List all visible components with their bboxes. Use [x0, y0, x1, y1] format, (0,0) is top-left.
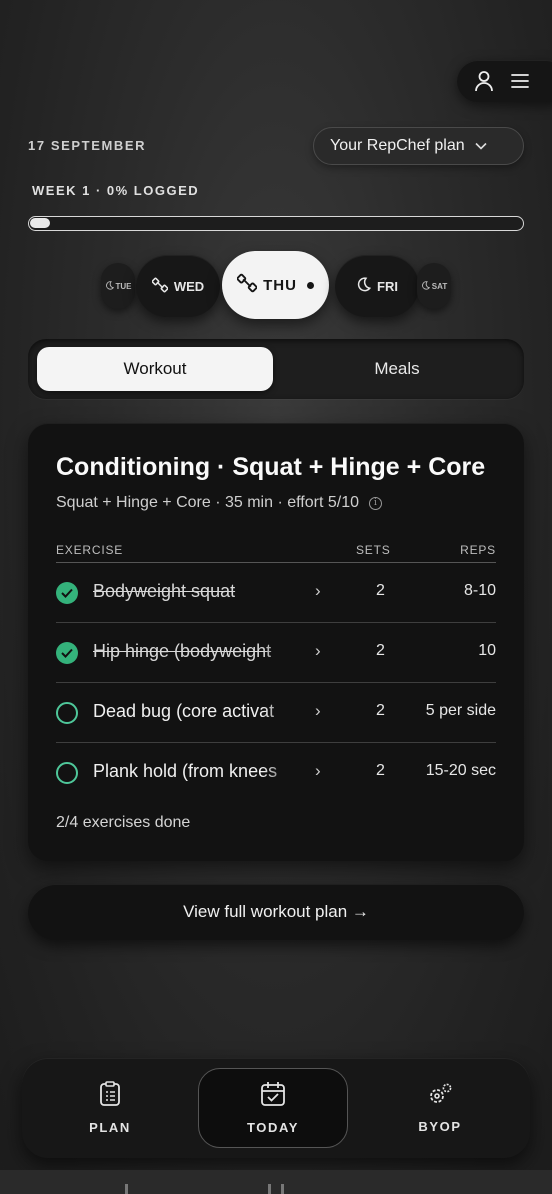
exercises-done-summary: 2/4 exercises done	[56, 814, 191, 831]
day-chip-thu[interactable]: THU	[222, 251, 329, 319]
exercise-row[interactable]: Bodyweight squat › 2 8-10	[56, 563, 496, 623]
workout-subtitle-text: Squat + Hinge + Core · 35 min · effort 5…	[56, 494, 359, 511]
exercise-name: Hip hinge (bodyweight	[93, 641, 297, 662]
week-progress-fill	[30, 218, 50, 228]
home-indicator-bar	[0, 1170, 552, 1194]
bar-tick	[281, 1184, 284, 1194]
exercise-name-text: Hip hinge (bodyweight	[93, 641, 272, 661]
info-icon[interactable]: i	[368, 496, 382, 510]
fade-overlay	[263, 641, 297, 662]
column-header-reps: REPS	[460, 543, 496, 557]
account-menu-pill[interactable]	[457, 60, 552, 102]
day-label-fri: FRI	[377, 278, 398, 294]
exercise-row[interactable]: Dead bug (core activat › 2 5 per side	[56, 683, 496, 743]
nav-byop[interactable]: BYOP	[365, 1068, 515, 1148]
exercise-sets: 2	[376, 702, 385, 719]
gears-icon	[427, 1082, 453, 1109]
day-chip-fri[interactable]: FRI	[335, 255, 419, 317]
check-empty-icon[interactable]	[56, 762, 78, 784]
bottom-nav: PLAN TODAY BYOP	[22, 1058, 530, 1158]
check-empty-icon[interactable]	[56, 702, 78, 724]
chevron-down-icon	[475, 137, 487, 155]
hamburger-menu-icon[interactable]	[509, 70, 531, 92]
column-header-exercise: EXERCISE	[56, 543, 124, 557]
fade-overlay	[263, 701, 297, 722]
nav-plan[interactable]: PLAN	[35, 1068, 185, 1148]
check-done-icon[interactable]	[56, 582, 78, 604]
chevron-right-icon[interactable]: ›	[315, 701, 321, 721]
view-full-workout-plan-button[interactable]: View full workout plan →	[28, 884, 524, 940]
nav-byop-label: BYOP	[418, 1119, 462, 1134]
workout-meals-toggle: Workout Meals	[28, 339, 524, 399]
exercise-name: Bodyweight squat	[93, 581, 297, 602]
bar-tick	[125, 1184, 128, 1194]
exercise-reps: 5 per side	[425, 702, 496, 719]
nav-today[interactable]: TODAY	[198, 1068, 348, 1148]
exercise-reps: 8-10	[463, 582, 496, 599]
workout-card: Conditioning · Squat + Hinge + Core Squa…	[28, 423, 524, 861]
exercise-sets: 2	[376, 762, 385, 779]
moon-icon	[421, 280, 430, 292]
exercise-name: Plank hold (from knees	[93, 761, 297, 782]
exercise-reps: 15-20 sec	[425, 762, 496, 779]
exercise-row[interactable]: Hip hinge (bodyweight › 2 10	[56, 623, 496, 683]
moon-icon	[105, 280, 114, 292]
day-chip-tue[interactable]: TUE	[101, 263, 135, 309]
exercise-name-text: Plank hold (from knees	[93, 761, 278, 781]
bar-tick	[268, 1184, 271, 1194]
week-progress-bar	[28, 216, 524, 231]
chevron-right-icon[interactable]: ›	[315, 761, 321, 781]
workout-title: Conditioning · Squat + Hinge + Core	[56, 453, 486, 481]
moon-icon	[356, 277, 372, 295]
exercise-sets: 2	[376, 582, 385, 599]
fade-overlay	[263, 581, 297, 602]
tab-meals[interactable]: Meals	[279, 347, 515, 391]
fade-overlay	[263, 761, 297, 782]
user-icon[interactable]	[473, 70, 495, 92]
nav-today-label: TODAY	[246, 1120, 300, 1135]
exercise-row[interactable]: Plank hold (from knees › 2 15-20 sec	[56, 743, 496, 803]
today-dot	[306, 281, 314, 289]
clipboard-icon	[99, 1081, 121, 1110]
exercise-name: Dead bug (core activat	[93, 701, 297, 722]
day-label-thu: THU	[263, 276, 297, 294]
date-label: 17 SEPTEMBER	[28, 138, 147, 153]
column-header-sets: SETS	[356, 543, 391, 557]
plan-selector[interactable]: Your RepChef plan	[313, 127, 524, 165]
day-label-sat: SAT	[431, 281, 448, 291]
calendar-check-icon	[260, 1081, 286, 1110]
day-chip-sat[interactable]: SAT	[417, 263, 451, 309]
chevron-right-icon[interactable]: ›	[315, 641, 321, 661]
exercise-name-text: Dead bug (core activat	[93, 701, 275, 721]
dumbbell-icon	[151, 277, 169, 296]
check-done-icon[interactable]	[56, 642, 78, 664]
exercise-sets: 2	[376, 642, 385, 659]
dumbbell-icon	[236, 273, 258, 297]
day-label-wed: WED	[173, 278, 205, 294]
nav-plan-label: PLAN	[89, 1120, 131, 1135]
day-chip-wed[interactable]: WED	[136, 255, 220, 317]
workout-subtitle: Squat + Hinge + Core · 35 min · effort 5…	[56, 494, 382, 512]
tab-workout[interactable]: Workout	[37, 347, 273, 391]
plan-selector-label: Your RepChef plan	[330, 137, 465, 154]
exercise-reps: 10	[478, 642, 496, 659]
day-label-tue: TUE	[115, 281, 132, 291]
week-progress-label: WEEK 1 · 0% LOGGED	[32, 183, 200, 198]
exercise-name-text: Bodyweight squat	[93, 581, 236, 601]
chevron-right-icon[interactable]: ›	[315, 581, 321, 601]
